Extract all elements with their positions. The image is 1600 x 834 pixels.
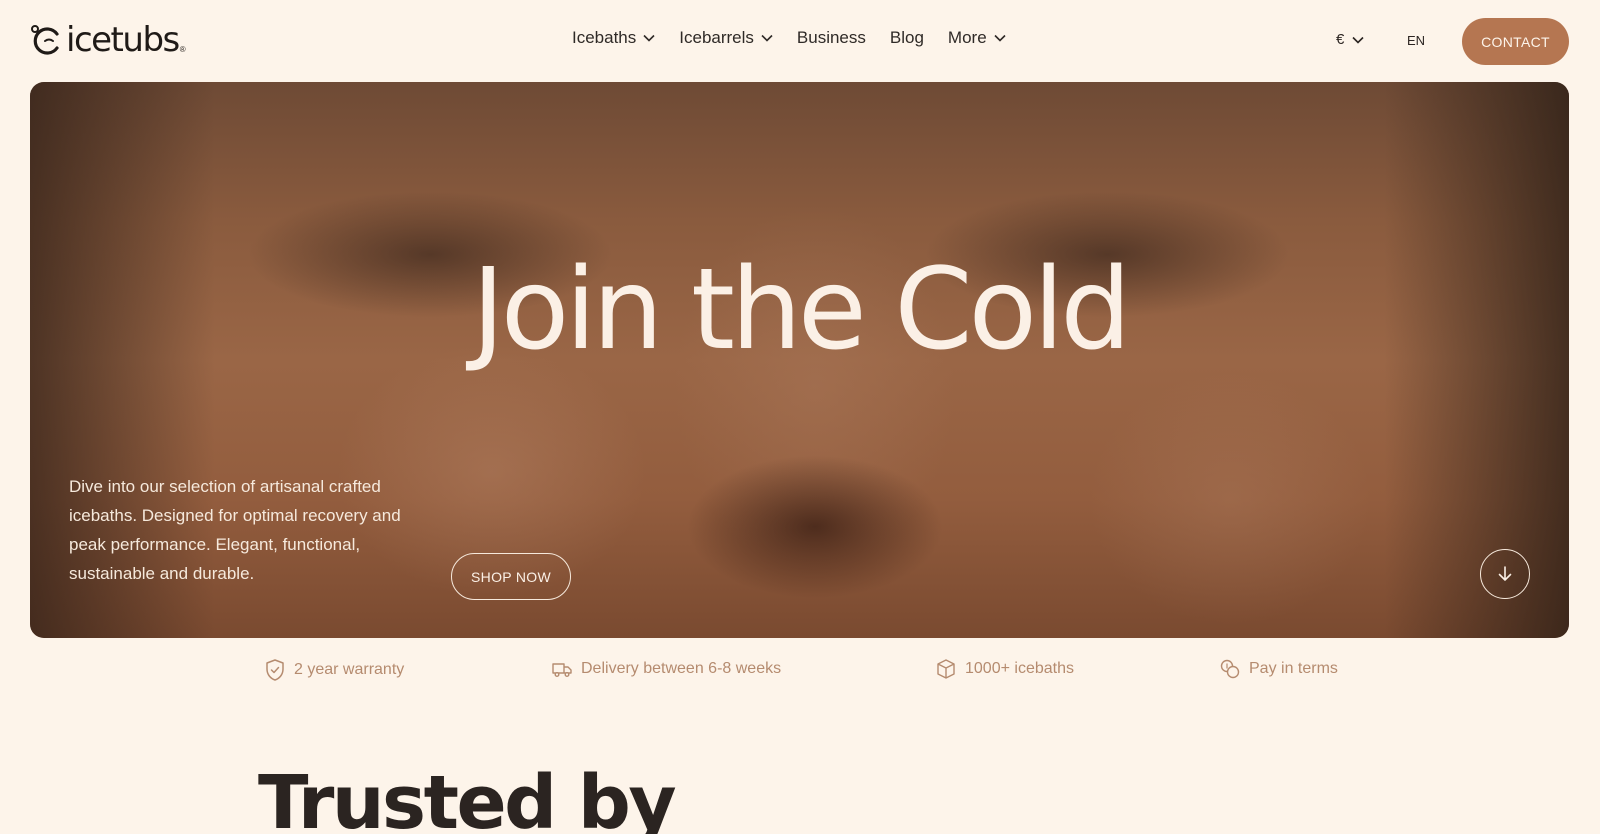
- nav-item-icebarrels[interactable]: Icebarrels: [679, 28, 773, 48]
- chevron-down-icon: [994, 34, 1006, 42]
- trusted-by-heading: Trusted by: [258, 760, 677, 834]
- feature-icebaths-count: 1000+ icebaths: [935, 658, 1074, 680]
- chevron-down-icon: [643, 34, 655, 42]
- main-nav: Icebaths Icebarrels Business Blog More: [572, 28, 1030, 48]
- nav-item-business[interactable]: Business: [797, 28, 866, 48]
- feature-label: 2 year warranty: [294, 661, 405, 678]
- feature-pay-in-terms: Pay in terms: [1219, 658, 1338, 680]
- currency-selector[interactable]: €: [1336, 31, 1364, 48]
- nav-item-label: Business: [796, 28, 866, 47]
- nav-item-label: More: [947, 28, 987, 47]
- chevron-down-icon: [1352, 36, 1364, 44]
- arrow-down-icon: [1498, 566, 1512, 581]
- nav-item-blog[interactable]: Blog: [890, 28, 924, 48]
- feature-label: Delivery between 6-8 weeks: [581, 660, 782, 677]
- language-selector[interactable]: EN: [1407, 33, 1425, 48]
- shield-check-icon: [266, 659, 284, 681]
- scroll-down-button[interactable]: [1480, 549, 1530, 599]
- nav-item-label: Blog: [889, 28, 924, 47]
- feature-label: 1000+ icebaths: [965, 660, 1074, 677]
- logo-text: icetubs: [66, 20, 180, 60]
- box-icon: [937, 659, 955, 679]
- logo[interactable]: icetubs ®: [30, 22, 186, 58]
- nav-item-icebaths[interactable]: Icebaths: [572, 28, 655, 48]
- currency-label: €: [1336, 31, 1345, 48]
- feature-label: Pay in terms: [1249, 660, 1338, 677]
- contact-button[interactable]: CONTACT: [1462, 18, 1569, 65]
- truck-icon: [552, 663, 572, 677]
- logo-registered-mark: ®: [179, 45, 186, 54]
- chevron-down-icon: [761, 34, 773, 42]
- feature-strip: 2 year warranty Delivery between 6-8 wee…: [0, 658, 1600, 688]
- nav-item-label: Icebarrels: [679, 28, 754, 47]
- feature-delivery: Delivery between 6-8 weeks: [551, 658, 781, 680]
- shop-now-button[interactable]: SHOP NOW: [451, 553, 571, 600]
- logo-mark-icon: [31, 25, 59, 55]
- nav-item-more[interactable]: More: [948, 28, 1006, 48]
- feature-warranty: 2 year warranty: [264, 658, 404, 682]
- hero-banner: Join the Cold Dive into our selection of…: [30, 82, 1569, 638]
- coins-icon: [1220, 659, 1240, 679]
- nav-item-label: Icebaths: [572, 28, 637, 47]
- hero-description: Dive into our selection of artisanal cra…: [69, 477, 401, 583]
- site-header: icetubs ® Icebaths Icebarrels Business B…: [0, 0, 1600, 82]
- hero-title: Join the Cold: [471, 245, 1132, 375]
